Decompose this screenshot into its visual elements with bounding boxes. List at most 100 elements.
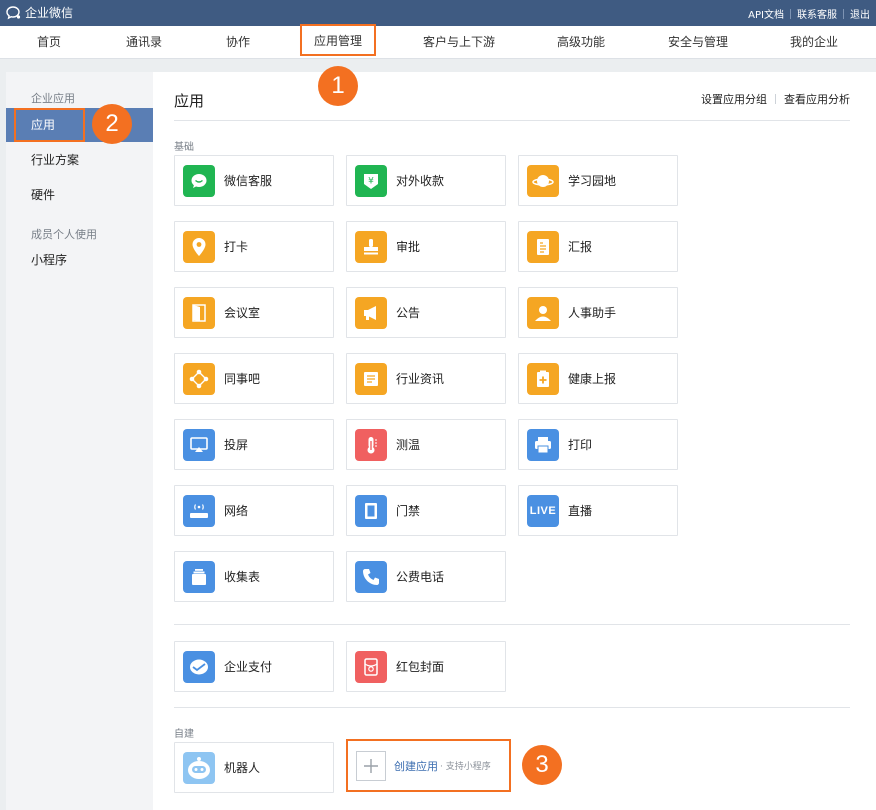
brand-name: 企业微信: [25, 6, 74, 20]
app-card-label: 行业资讯: [396, 372, 445, 386]
divider: [843, 8, 844, 19]
app-card-label: 投屏: [224, 438, 249, 452]
brand-logo[interactable]: 企业微信: [6, 4, 73, 21]
wechat-chat-icon: [183, 164, 215, 197]
app-card-label: 打卡: [224, 240, 249, 254]
app-card-label: 公告: [396, 306, 421, 320]
app-card[interactable]: 门禁: [346, 485, 506, 536]
nav-home[interactable]: 首页: [23, 26, 75, 59]
sidebar-highlight: [14, 108, 85, 142]
header-links: 设置应用分组 查看应用分析: [701, 91, 850, 107]
sidebar-item-industry[interactable]: 行业方案: [6, 143, 153, 177]
app-card[interactable]: 收集表: [174, 551, 334, 602]
app-card[interactable]: 测温: [346, 419, 506, 470]
app-card[interactable]: 企业支付: [174, 641, 334, 692]
news-icon: [355, 362, 387, 395]
app-card[interactable]: 公费电话: [346, 551, 506, 602]
logout-link[interactable]: 退出: [850, 6, 870, 21]
nav-security[interactable]: 安全与管理: [654, 26, 742, 59]
divider: [790, 8, 791, 19]
nav-my-company[interactable]: 我的企业: [776, 26, 852, 59]
app-card-label: 健康上报: [568, 372, 617, 386]
app-card-label: 收集表: [224, 570, 261, 584]
main-nav: 首页 通讯录 协作 应用管理 客户与上下游 高级功能 安全与管理 我的企业: [0, 24, 876, 59]
divider: [174, 624, 850, 625]
view-app-analytics-link[interactable]: 查看应用分析: [784, 91, 850, 107]
thermometer-icon: [355, 428, 387, 461]
sidebar-group-personal: 成员个人使用: [31, 228, 97, 241]
app-card[interactable]: 公告: [346, 287, 506, 338]
app-card-label: 同事吧: [224, 372, 261, 386]
nav-collaboration[interactable]: 协作: [212, 26, 264, 59]
app-card-label: 直播: [568, 504, 593, 518]
sidebar: 企业应用 应用 行业方案 硬件 成员个人使用 小程序: [6, 72, 153, 810]
app-card[interactable]: 红包封面: [346, 641, 506, 692]
app-card[interactable]: 人事助手: [518, 287, 678, 338]
app-card-label: 汇报: [568, 240, 593, 254]
app-card[interactable]: 网络: [174, 485, 334, 536]
step-badge-3: 3: [522, 745, 562, 785]
printer-icon: [527, 428, 559, 461]
location-pin-icon: [183, 230, 215, 263]
app-card-label: 会议室: [224, 306, 261, 320]
page-title: 应用: [174, 92, 205, 110]
app-card[interactable]: 汇报: [518, 221, 678, 272]
wecom-logo-icon: [6, 5, 21, 19]
app-card-label: 公费电话: [396, 570, 445, 584]
app-card-label: 企业支付: [224, 660, 273, 674]
create-app-sub: · 支持小程序: [440, 762, 491, 772]
app-card[interactable]: LIVE 直播: [518, 485, 678, 536]
report-icon: [527, 230, 559, 263]
plus-icon: [356, 750, 386, 781]
person-icon: [527, 296, 559, 329]
top-links: API文档 联系客服 退出: [748, 6, 870, 21]
set-app-groups-link[interactable]: 设置应用分组: [701, 91, 767, 107]
nav-advanced[interactable]: 高级功能: [543, 26, 619, 59]
screen-cast-icon: [183, 428, 215, 461]
nav-customers[interactable]: 客户与上下游: [409, 26, 509, 59]
live-text: LIVE: [529, 504, 557, 517]
phone-icon: [355, 560, 387, 593]
api-docs-link[interactable]: API文档: [748, 6, 784, 21]
step-badge-1: 1: [318, 66, 358, 106]
access-door-icon: [355, 494, 387, 527]
app-card[interactable]: 审批: [346, 221, 506, 272]
health-icon: [527, 362, 559, 395]
app-card-label: 微信客服: [224, 174, 273, 188]
app-card-label: 审批: [396, 240, 421, 254]
red-packet-icon: [355, 650, 387, 683]
megaphone-icon: [355, 296, 387, 329]
app-card-label: 机器人: [224, 761, 261, 775]
app-card[interactable]: 学习园地: [518, 155, 678, 206]
nav-app-management[interactable]: 应用管理: [299, 24, 377, 56]
app-card-label: 人事助手: [568, 306, 617, 320]
app-card-label: 测温: [396, 438, 421, 452]
app-card[interactable]: ¥ 对外收款: [346, 155, 506, 206]
create-app-button[interactable]: 创建应用 · 支持小程序: [346, 739, 511, 792]
app-card[interactable]: 投屏: [174, 419, 334, 470]
app-card[interactable]: 健康上报: [518, 353, 678, 404]
door-icon: [183, 296, 215, 329]
app-card[interactable]: 微信客服: [174, 155, 334, 206]
app-card[interactable]: 行业资讯: [346, 353, 506, 404]
divider: [174, 707, 850, 708]
app-card[interactable]: 打卡: [174, 221, 334, 272]
app-card[interactable]: 机器人: [174, 742, 334, 793]
router-icon: [183, 494, 215, 527]
collect-form-icon: [183, 560, 215, 593]
step-badge-2: 2: [92, 104, 132, 144]
section-custom-label: 自建: [174, 729, 194, 740]
sidebar-item-mini-program[interactable]: 小程序: [6, 243, 153, 277]
app-card-label: 网络: [224, 504, 249, 518]
nav-contacts[interactable]: 通讯录: [112, 26, 176, 59]
contact-support-link[interactable]: 联系客服: [797, 6, 837, 21]
app-card-label: 对外收款: [396, 174, 445, 188]
payment-icon: [183, 650, 215, 683]
svg-text:¥: ¥: [368, 176, 374, 186]
app-card-label: 红包封面: [396, 660, 445, 674]
app-card[interactable]: 会议室: [174, 287, 334, 338]
stamp-icon: [355, 230, 387, 263]
app-card[interactable]: 打印: [518, 419, 678, 470]
sidebar-item-hardware[interactable]: 硬件: [6, 178, 153, 212]
app-card[interactable]: 同事吧: [174, 353, 334, 404]
